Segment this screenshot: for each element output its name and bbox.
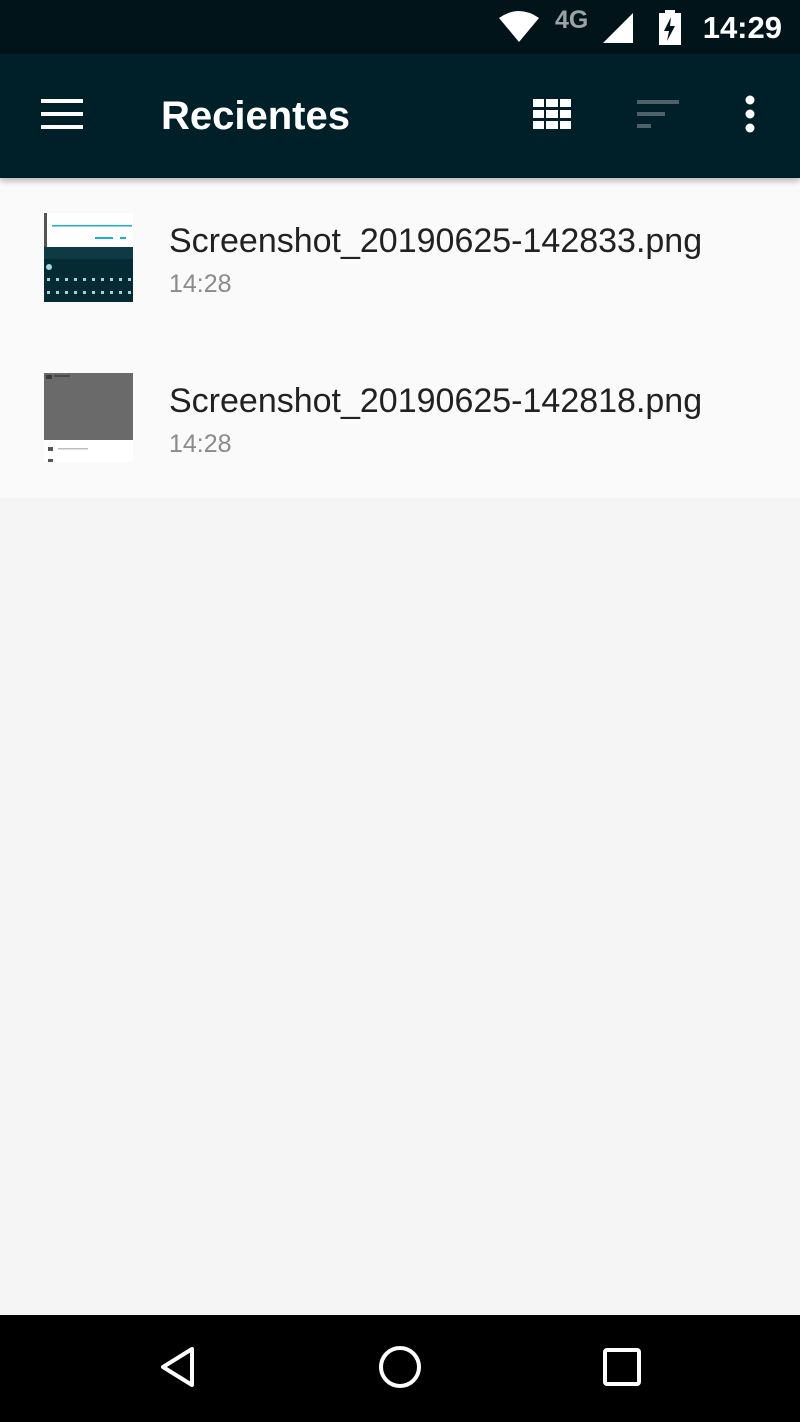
recents-button[interactable] — [590, 1337, 654, 1401]
page-title: Recientes — [161, 94, 350, 138]
sort-icon — [637, 99, 679, 133]
file-thumbnail — [44, 213, 133, 302]
menu-icon — [41, 98, 83, 134]
back-icon — [158, 1346, 198, 1393]
grid-view-button[interactable] — [514, 78, 590, 154]
app-toolbar: Recientes — [0, 54, 800, 178]
home-button[interactable] — [368, 1337, 432, 1401]
status-clock: 14:29 — [702, 10, 782, 45]
more-vert-icon — [745, 95, 755, 138]
status-bar: 4G 14:29 — [0, 0, 800, 54]
file-time: 14:28 — [169, 430, 232, 458]
wifi-icon — [498, 10, 540, 49]
file-name: Screenshot_20190625-142818.png — [169, 382, 703, 420]
file-list-item[interactable]: Screenshot_20190625-142818.png 14:28 — [0, 338, 800, 498]
file-name: Screenshot_20190625-142833.png — [169, 222, 703, 260]
home-icon — [378, 1345, 422, 1394]
system-nav-bar — [0, 1315, 800, 1422]
recent-files-list: Screenshot_20190625-142833.png 14:28 Scr… — [0, 178, 800, 498]
file-list-item[interactable]: Screenshot_20190625-142833.png 14:28 — [0, 178, 800, 338]
file-thumbnail — [44, 373, 133, 462]
recents-icon — [602, 1347, 642, 1392]
sort-button[interactable] — [620, 78, 696, 154]
grid-view-icon — [533, 98, 571, 134]
network-type-label: 4G — [555, 6, 589, 34]
menu-button[interactable] — [24, 78, 100, 154]
cell-signal-icon — [601, 11, 635, 50]
more-options-button[interactable] — [712, 78, 788, 154]
battery-charging-icon — [658, 10, 682, 51]
screen: 4G 14:29 Recientes Screenshot_20190625-1… — [0, 0, 800, 1422]
file-time: 14:28 — [169, 270, 232, 298]
back-button[interactable] — [146, 1337, 210, 1401]
